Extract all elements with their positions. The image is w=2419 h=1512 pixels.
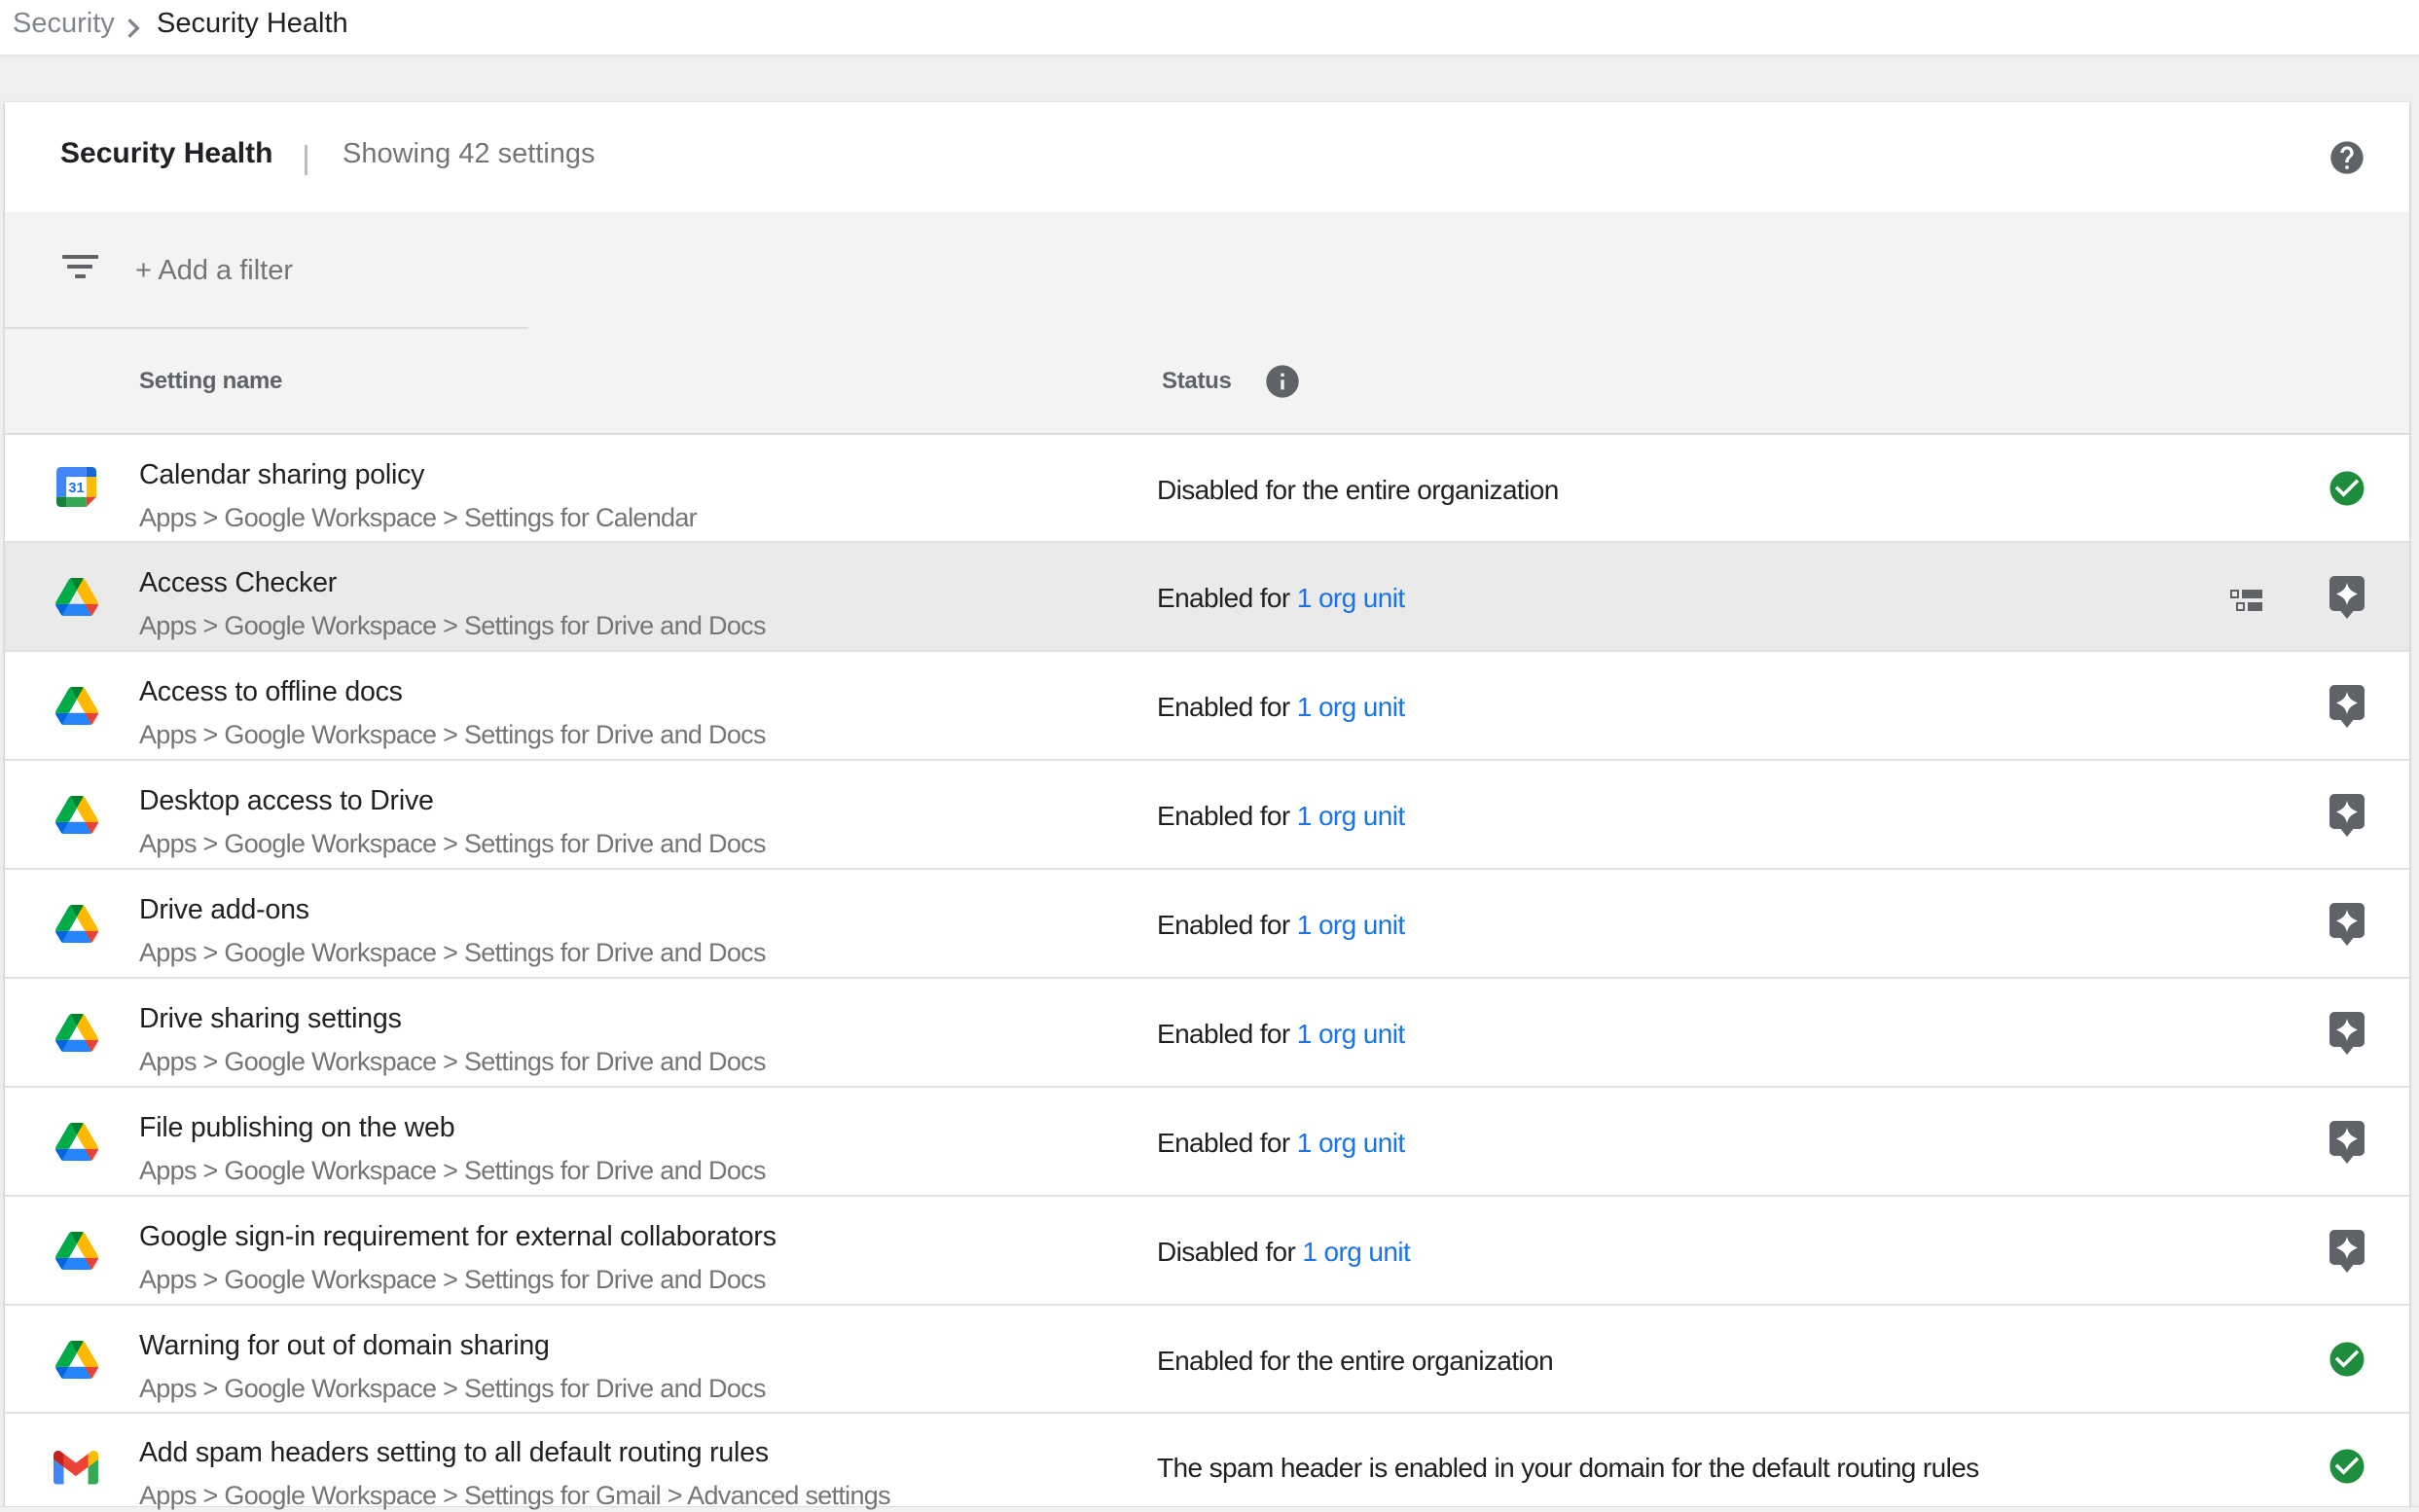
svg-text:31: 31 [68,481,84,496]
